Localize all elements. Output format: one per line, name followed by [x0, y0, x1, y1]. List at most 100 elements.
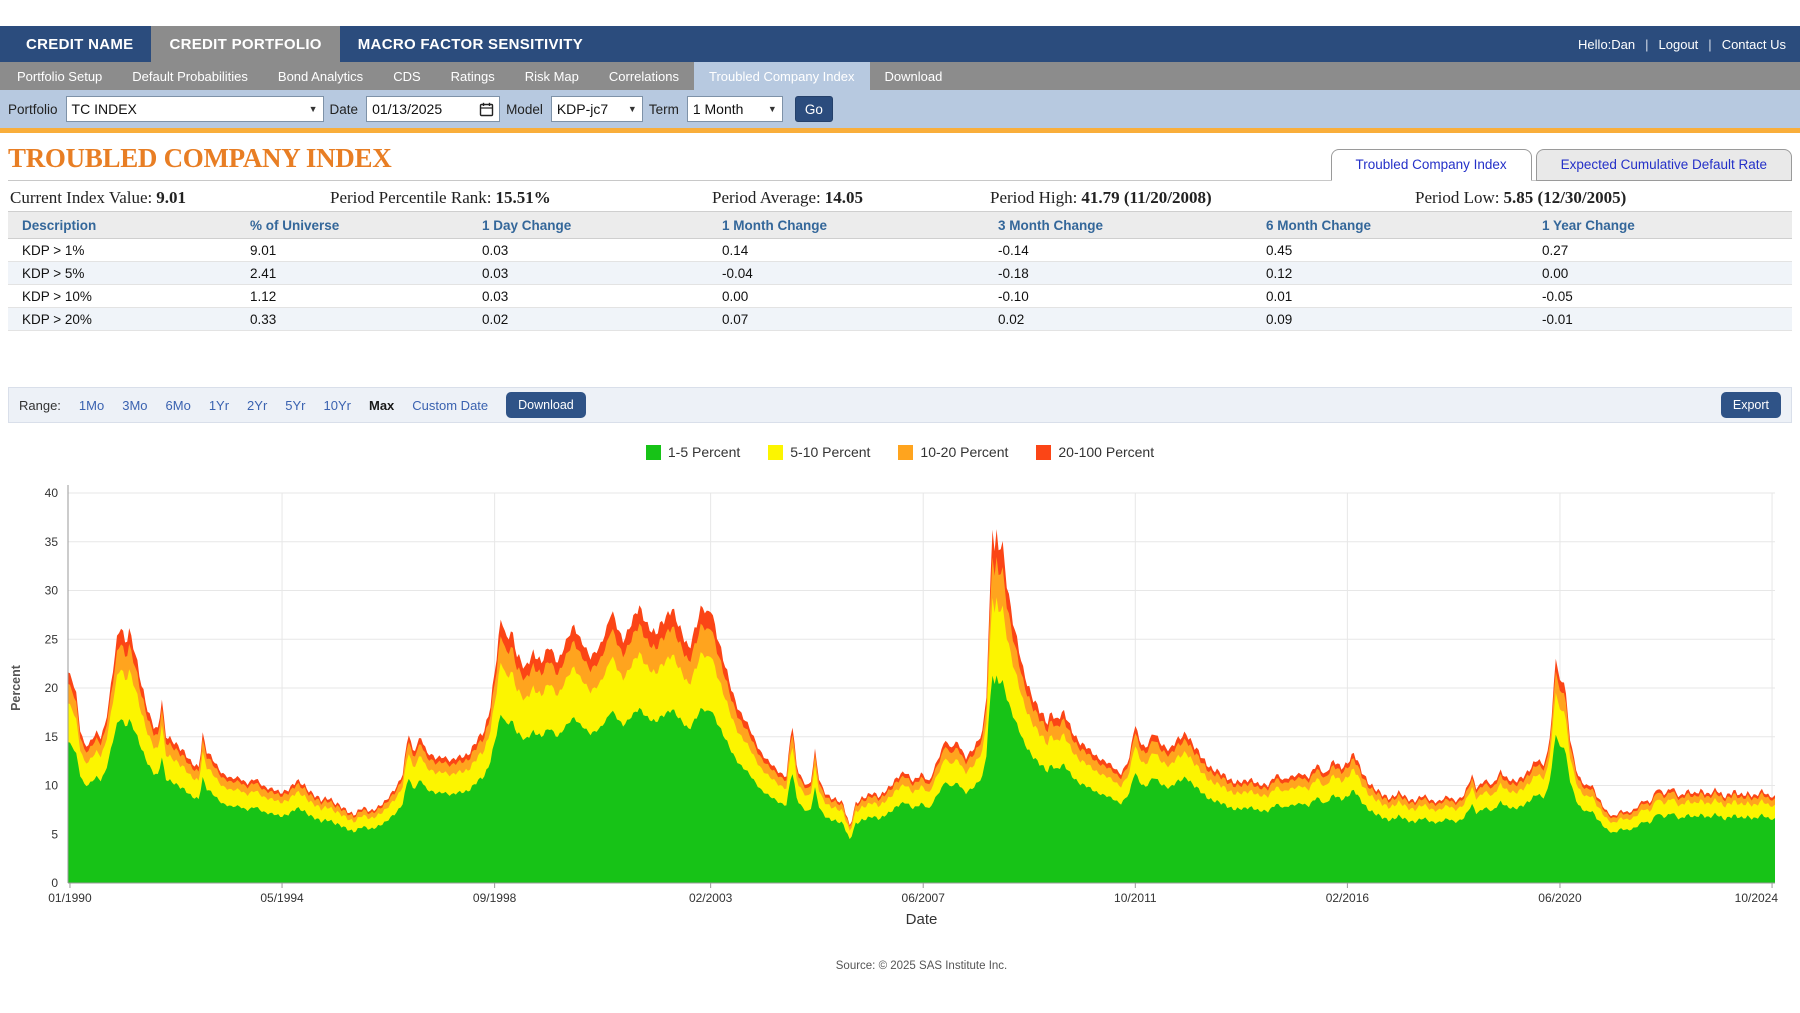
model-select[interactable]: KDP-jc7 ▼ [551, 96, 643, 122]
table-cell: 0.27 [1528, 239, 1792, 262]
stat-current-index-value: Current Index Value:9.01 [10, 188, 186, 208]
table-cell: -0.04 [708, 262, 984, 285]
stats-row: Current Index Value:9.01Period Percentil… [8, 181, 1792, 211]
column-header-1-month-change[interactable]: 1 Month Change [708, 212, 984, 239]
table-cell: KDP > 10% [8, 285, 236, 308]
svg-text:Date: Date [906, 911, 938, 928]
range-option-5yr[interactable]: 5Yr [285, 398, 305, 413]
subnav-item-cds[interactable]: CDS [378, 62, 435, 90]
stat-label: Period Low: [1415, 188, 1500, 207]
term-select[interactable]: 1 Month ▼ [687, 96, 783, 122]
svg-text:06/2020: 06/2020 [1538, 891, 1582, 905]
legend-item-5-10-percent[interactable]: 5-10 Percent [768, 444, 870, 460]
column-header-description[interactable]: Description [8, 212, 236, 239]
range-bar: Range: 1Mo3Mo6Mo1Yr2Yr5Yr10YrMaxCustom D… [8, 387, 1792, 423]
table-cell: 0.03 [468, 285, 708, 308]
range-option-10yr[interactable]: 10Yr [324, 398, 351, 413]
subnav-item-risk-map[interactable]: Risk Map [510, 62, 594, 90]
legend-item-10-20-percent[interactable]: 10-20 Percent [898, 444, 1008, 460]
top-white-strip [0, 0, 1800, 26]
range-option-1yr[interactable]: 1Yr [209, 398, 229, 413]
legend-label: 1-5 Percent [668, 444, 740, 460]
svg-text:02/2016: 02/2016 [1326, 891, 1370, 905]
legend-item-20-100-percent[interactable]: 20-100 Percent [1036, 444, 1154, 460]
stat-label: Period High: [990, 188, 1077, 207]
logout-link[interactable]: Logout [1659, 37, 1699, 52]
main-navbar: CREDIT NAMECREDIT PORTFOLIOMACRO FACTOR … [0, 26, 1800, 62]
chevron-down-icon: ▼ [628, 104, 637, 114]
column-header-1-day-change[interactable]: 1 Day Change [468, 212, 708, 239]
term-label: Term [649, 102, 679, 117]
go-button[interactable]: Go [795, 96, 833, 122]
date-input-value: 01/13/2025 [372, 101, 442, 117]
subnav-item-correlations[interactable]: Correlations [594, 62, 694, 90]
table-cell: -0.10 [984, 285, 1252, 308]
range-option-1mo[interactable]: 1Mo [79, 398, 104, 413]
range-option-3mo[interactable]: 3Mo [122, 398, 147, 413]
user-area: Hello:Dan | Logout | Contact Us [1578, 26, 1800, 62]
brand-tab-credit-name[interactable]: CREDIT NAME [8, 26, 151, 62]
export-button[interactable]: Export [1721, 392, 1781, 418]
range-options: 1Mo 3Mo 6Mo 1Yr 2Yr 5Yr 10Yr Max Custom Date [79, 398, 488, 413]
stacked-area-chart: 051015202530354001/199005/199409/199802/… [0, 465, 1800, 1013]
subnav-item-default-probabilities[interactable]: Default Probabilities [117, 62, 263, 90]
subnav-item-download[interactable]: Download [870, 62, 958, 90]
svg-text:05/1994: 05/1994 [260, 891, 304, 905]
portfolio-select[interactable]: TC INDEX ▼ [66, 96, 324, 122]
svg-text:10: 10 [45, 779, 59, 793]
main-content: TROUBLED COMPANY INDEX Troubled Company … [0, 133, 1800, 465]
subnav-item-bond-analytics[interactable]: Bond Analytics [263, 62, 378, 90]
svg-text:10/2011: 10/2011 [1114, 891, 1157, 905]
table-cell: KDP > 1% [8, 239, 236, 262]
greeting-text: Hello:Dan [1578, 37, 1635, 52]
term-select-value: 1 Month [693, 101, 744, 117]
column-header-of-universe[interactable]: % of Universe [236, 212, 468, 239]
brand-tab-credit-portfolio[interactable]: CREDIT PORTFOLIO [151, 26, 339, 62]
svg-text:Source: © 2025 SAS Institute I: Source: © 2025 SAS Institute Inc. [836, 960, 1007, 972]
sub-navigation: Portfolio SetupDefault ProbabilitiesBond… [0, 62, 1800, 90]
table-cell: 0.07 [708, 308, 984, 331]
stat-value: 41.79 (11/20/2008) [1081, 188, 1211, 207]
range-option-custom-date[interactable]: Custom Date [412, 398, 488, 413]
tab-expected-cumulative-default-rate[interactable]: Expected Cumulative Default Rate [1536, 149, 1792, 181]
chevron-down-icon: ▼ [768, 104, 777, 114]
portfolio-select-value: TC INDEX [72, 101, 137, 117]
contact-us-link[interactable]: Contact Us [1722, 37, 1786, 52]
title-row: TROUBLED COMPANY INDEX Troubled Company … [8, 133, 1792, 181]
svg-text:20: 20 [45, 681, 59, 695]
filter-bar: Portfolio TC INDEX ▼ Date 01/13/2025 Mod… [0, 90, 1800, 128]
stat-value: 15.51% [495, 188, 550, 207]
subnav-item-troubled-company-index[interactable]: Troubled Company Index [694, 62, 870, 90]
stat-period-low: Period Low:5.85 (12/30/2005) [1415, 188, 1626, 208]
brand-tab-macro-factor-sensitivity[interactable]: MACRO FACTOR SENSITIVITY [340, 26, 601, 62]
svg-text:25: 25 [45, 632, 59, 646]
legend-item-1-5-percent[interactable]: 1-5 Percent [646, 444, 740, 460]
subnav-item-ratings[interactable]: Ratings [436, 62, 510, 90]
column-header-3-month-change[interactable]: 3 Month Change [984, 212, 1252, 239]
legend-label: 10-20 Percent [920, 444, 1008, 460]
svg-text:5: 5 [51, 827, 58, 841]
table-cell: 0.02 [468, 308, 708, 331]
range-option-6mo[interactable]: 6Mo [166, 398, 191, 413]
table-cell: 0.00 [708, 285, 984, 308]
download-button[interactable]: Download [506, 392, 586, 418]
svg-text:35: 35 [45, 535, 59, 549]
table-cell: -0.14 [984, 239, 1252, 262]
range-option-max[interactable]: Max [369, 398, 394, 413]
stat-value: 14.05 [825, 188, 863, 207]
subnav-item-portfolio-setup[interactable]: Portfolio Setup [2, 62, 117, 90]
table-row: KDP > 20%0.330.020.070.020.09-0.01 [8, 308, 1792, 331]
range-option-2yr[interactable]: 2Yr [247, 398, 267, 413]
tab-troubled-company-index[interactable]: Troubled Company Index [1331, 149, 1532, 181]
column-header-6-month-change[interactable]: 6 Month Change [1252, 212, 1528, 239]
column-header-1-year-change[interactable]: 1 Year Change [1528, 212, 1792, 239]
table-cell: KDP > 20% [8, 308, 236, 331]
view-tabs: Troubled Company IndexExpected Cumulativ… [1331, 149, 1792, 181]
legend-swatch [646, 445, 661, 460]
table-cell: 9.01 [236, 239, 468, 262]
calendar-icon[interactable] [479, 102, 494, 117]
legend-label: 5-10 Percent [790, 444, 870, 460]
table-row: KDP > 10%1.120.030.00-0.100.01-0.05 [8, 285, 1792, 308]
date-input[interactable]: 01/13/2025 [366, 96, 500, 122]
svg-text:40: 40 [45, 486, 59, 500]
